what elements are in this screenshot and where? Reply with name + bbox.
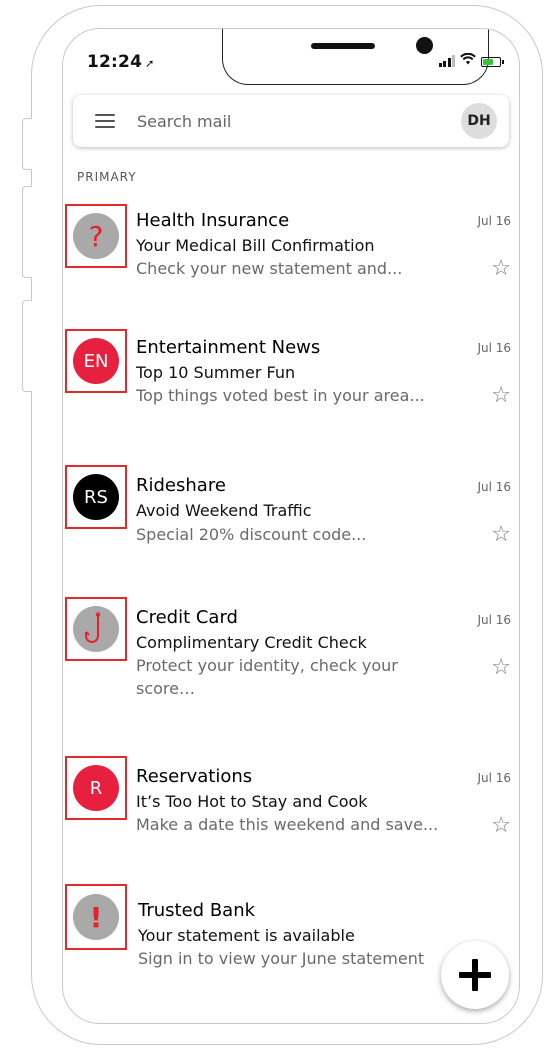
mail-subject: Your Medical Bill Confirmation xyxy=(136,236,375,255)
exclamation-icon: ! xyxy=(73,894,119,940)
section-label: PRIMARY xyxy=(77,170,137,184)
mail-subject: Your statement is available xyxy=(138,926,355,945)
mail-subject: Top 10 Summer Fun xyxy=(136,363,296,382)
star-icon[interactable]: ☆ xyxy=(491,256,511,281)
status-icons xyxy=(438,52,504,67)
mail-item[interactable]: EN Entertainment News Top 10 Summer Fun … xyxy=(63,329,519,439)
flag-highlight: R xyxy=(65,756,127,820)
mail-date: Jul 16 xyxy=(477,341,511,355)
location-arrow-icon: ➚ xyxy=(145,57,155,70)
mail-snippet: Top things voted best in your area... xyxy=(136,386,425,405)
silent-switch xyxy=(22,118,32,170)
mail-sender: Reservations xyxy=(136,766,253,787)
compose-button[interactable] xyxy=(441,941,509,1009)
star-icon[interactable]: ☆ xyxy=(491,655,511,680)
mail-sender: Entertainment News xyxy=(136,337,321,358)
mail-snippet: Special 20% discount code... xyxy=(136,525,367,544)
menu-icon[interactable] xyxy=(95,114,115,128)
search-bar[interactable]: Search mail DH xyxy=(73,95,509,147)
star-icon[interactable]: ☆ xyxy=(491,813,511,838)
flag-highlight: ? xyxy=(65,204,127,268)
star-icon[interactable]: ☆ xyxy=(491,383,511,408)
sender-avatar: EN xyxy=(73,338,119,384)
mail-sender: Credit Card xyxy=(136,607,238,628)
wifi-icon xyxy=(460,52,476,67)
battery-icon xyxy=(481,57,504,67)
mail-subject: Avoid Weekend Traffic xyxy=(136,501,312,520)
flag-highlight: EN xyxy=(65,329,127,393)
sender-avatar: R xyxy=(73,765,119,811)
flag-highlight: ! xyxy=(65,884,127,950)
flag-highlight: RS xyxy=(65,465,127,529)
mail-item[interactable]: R Reservations It’s Too Hot to Stay and … xyxy=(63,756,519,866)
hook-icon xyxy=(73,606,119,652)
mail-subject: It’s Too Hot to Stay and Cook xyxy=(136,792,368,811)
mail-item[interactable]: Credit Card Complimentary Credit Check P… xyxy=(63,597,519,737)
mail-sender: Trusted Bank xyxy=(138,900,256,921)
question-icon: ? xyxy=(73,213,119,259)
star-icon[interactable]: ☆ xyxy=(491,522,511,547)
mail-date: Jul 16 xyxy=(477,480,511,494)
cell-signal-icon xyxy=(438,55,455,67)
mail-item[interactable]: RS Rideshare Avoid Weekend Traffic Speci… xyxy=(63,465,519,575)
mail-snippet: Check your new statement and... xyxy=(136,259,403,278)
mail-date: Jul 16 xyxy=(477,214,511,228)
camera xyxy=(416,37,433,54)
account-avatar[interactable]: DH xyxy=(461,103,497,139)
volume-down-button xyxy=(22,300,32,392)
status-time-text: 12:24 xyxy=(87,52,143,72)
flag-highlight xyxy=(65,597,127,661)
mail-snippet: Make a date this weekend and save... xyxy=(136,815,439,834)
mail-date: Jul 16 xyxy=(477,771,511,785)
plus-icon xyxy=(459,959,491,991)
search-input[interactable]: Search mail xyxy=(137,112,461,131)
speaker xyxy=(311,43,375,49)
status-time: 12:24 ➚ xyxy=(87,52,155,72)
mail-snippet: Sign in to view your June statement xyxy=(138,949,425,968)
mail-sender: Rideshare xyxy=(136,475,226,496)
mail-item[interactable]: ? Health Insurance Your Medical Bill Con… xyxy=(63,204,519,314)
sender-avatar: RS xyxy=(73,474,119,520)
volume-up-button xyxy=(22,186,32,278)
mail-subject: Complimentary Credit Check xyxy=(136,633,367,652)
mail-date: Jul 16 xyxy=(477,613,511,627)
mail-snippet: Protect your identity, check your score… xyxy=(136,656,398,698)
mail-sender: Health Insurance xyxy=(136,210,290,231)
phone-screen: 12:24 ➚ Search mail DH PRIMARY ? Health I… xyxy=(62,28,520,1024)
